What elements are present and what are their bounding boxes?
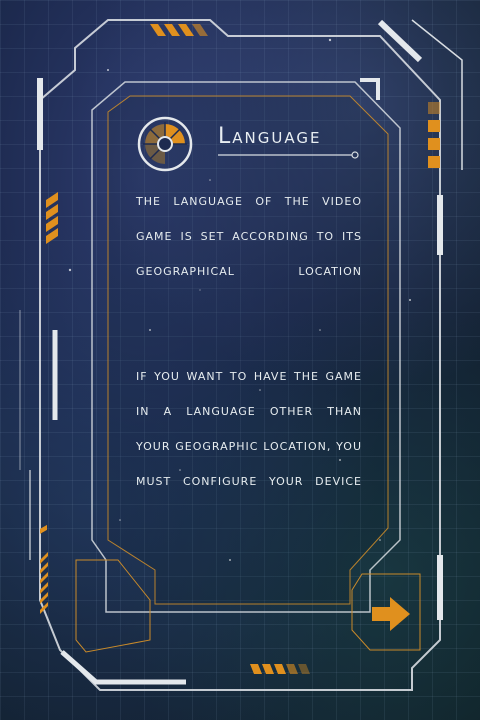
bottom-left-stripes (40, 524, 48, 614)
configure-instruction: If you want to have the game in a langua… (136, 370, 362, 488)
right-blocks (428, 102, 440, 168)
left-stripes (46, 192, 58, 244)
top-stripes (150, 24, 208, 36)
arrow-right-icon (372, 597, 410, 631)
bottom-stripes (250, 664, 310, 674)
panel-title: Language (218, 124, 322, 149)
next-button[interactable] (368, 594, 414, 634)
language-description: The language of the video game is set ac… (136, 195, 362, 278)
language-gauge-icon (137, 116, 193, 172)
